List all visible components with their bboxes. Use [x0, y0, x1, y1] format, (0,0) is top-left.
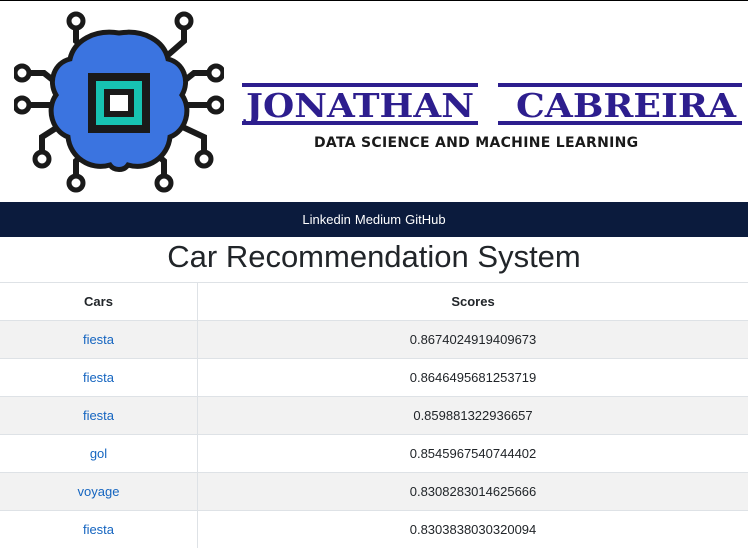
car-link[interactable]: fiesta [0, 321, 198, 359]
table-row: fiesta 0.8303838030320094 [0, 511, 748, 548]
brand-tagline: DATA SCIENCE AND MACHINE LEARNING [314, 135, 638, 151]
column-header-scores: Scores [198, 283, 748, 321]
table-row: fiesta 0.8646495681253719 [0, 359, 748, 397]
nav-link-medium[interactable]: Medium [355, 212, 401, 227]
table-row: gol 0.8545967540744402 [0, 435, 748, 473]
score-value: 0.8646495681253719 [198, 359, 748, 397]
nav-link-github[interactable]: GitHub [405, 212, 445, 227]
car-link[interactable]: voyage [0, 473, 198, 511]
score-value: 0.8303838030320094 [198, 511, 748, 548]
score-value: 0.8674024919409673 [198, 321, 748, 359]
table-header-row: Cars Scores [0, 283, 748, 321]
page-title: Car Recommendation System [0, 236, 748, 278]
table-row: fiesta 0.859881322936657 [0, 397, 748, 435]
recommendation-table: Cars Scores fiesta 0.8674024919409673 fi… [0, 282, 748, 548]
brain-circuit-logo-icon [14, 11, 224, 193]
car-link[interactable]: fiesta [0, 397, 198, 435]
score-value: 0.8545967540744402 [198, 435, 748, 473]
car-link[interactable]: gol [0, 435, 198, 473]
brand-name-wordmark: JONATHAN CABREIRA [242, 79, 742, 127]
car-link[interactable]: fiesta [0, 359, 198, 397]
nav-link-linkedin[interactable]: Linkedin [302, 212, 350, 227]
score-value: 0.8308283014625666 [198, 473, 748, 511]
table-row: voyage 0.8308283014625666 [0, 473, 748, 511]
top-navbar: Linkedin Medium GitHub [0, 202, 748, 237]
brand-last-name: CABREIRA [516, 86, 736, 125]
brand-first-name: JONATHAN [243, 86, 474, 125]
column-header-cars: Cars [0, 283, 198, 321]
score-value: 0.859881322936657 [198, 397, 748, 435]
header-banner: JONATHAN CABREIRA DATA SCIENCE AND MACHI… [0, 1, 748, 202]
table-row: fiesta 0.8674024919409673 [0, 321, 748, 359]
car-link[interactable]: fiesta [0, 511, 198, 548]
